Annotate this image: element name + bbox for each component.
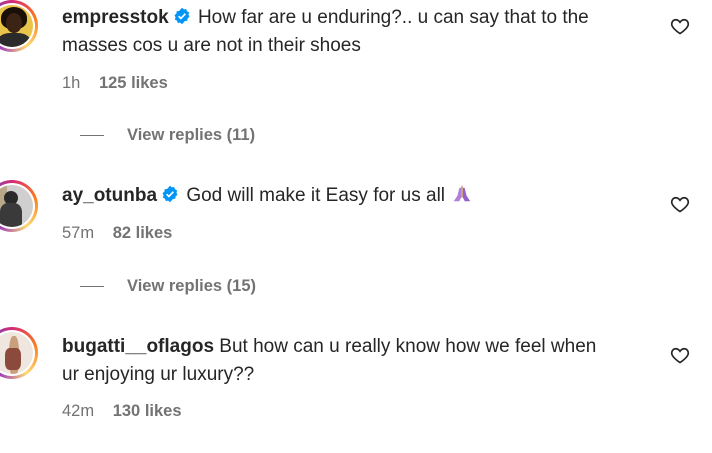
comment-text: bugatti__oflagos But how can u really kn… — [62, 333, 662, 389]
view-replies-button[interactable]: View replies (15) — [80, 277, 256, 296]
timestamp[interactable]: 57m — [62, 224, 94, 242]
comment-text: empresstok How far are u enduring?.. u c… — [62, 4, 662, 60]
timestamp[interactable]: 42m — [62, 402, 94, 420]
likes-count[interactable]: 130 likes — [113, 402, 182, 420]
avatar[interactable] — [0, 180, 38, 232]
divider — [80, 135, 104, 137]
likes-count[interactable]: 82 likes — [113, 224, 173, 242]
verified-badge-icon — [174, 7, 190, 25]
username[interactable]: bugatti__oflagos — [62, 336, 214, 357]
view-replies-label: View replies (15) — [127, 277, 257, 295]
avatar[interactable] — [0, 327, 38, 379]
likes-count[interactable]: 125 likes — [99, 74, 168, 92]
comment-meta: 42m 130 likes — [62, 402, 182, 421]
comment-text: ay_otunba God will make it Easy for us a… — [62, 182, 662, 210]
heart-outline-icon[interactable] — [670, 194, 690, 214]
verified-badge-icon — [162, 185, 178, 203]
praying-hands-icon — [453, 184, 471, 202]
heart-outline-icon[interactable] — [670, 16, 690, 36]
view-replies-label: View replies (11) — [127, 126, 256, 144]
comment-body-cont: ur enjoying ur luxury?? — [62, 364, 255, 385]
username[interactable]: ay_otunba — [62, 185, 157, 206]
comment-meta: 57m 82 likes — [62, 224, 172, 243]
comment-body: How far are u enduring?.. u can say that… — [197, 7, 589, 28]
username[interactable]: empresstok — [62, 7, 169, 28]
divider — [80, 286, 104, 288]
comment-body-cont: masses cos u are not in their shoes — [62, 35, 361, 56]
avatar[interactable] — [0, 0, 38, 52]
timestamp[interactable]: 1h — [62, 74, 80, 92]
view-replies-button[interactable]: View replies (11) — [80, 126, 255, 145]
comment-body: God will make it Easy for us all — [186, 185, 446, 206]
comment-body: But how can u really know how we feel wh… — [219, 336, 597, 357]
heart-outline-icon[interactable] — [670, 345, 690, 365]
comment-meta: 1h 125 likes — [62, 74, 168, 93]
